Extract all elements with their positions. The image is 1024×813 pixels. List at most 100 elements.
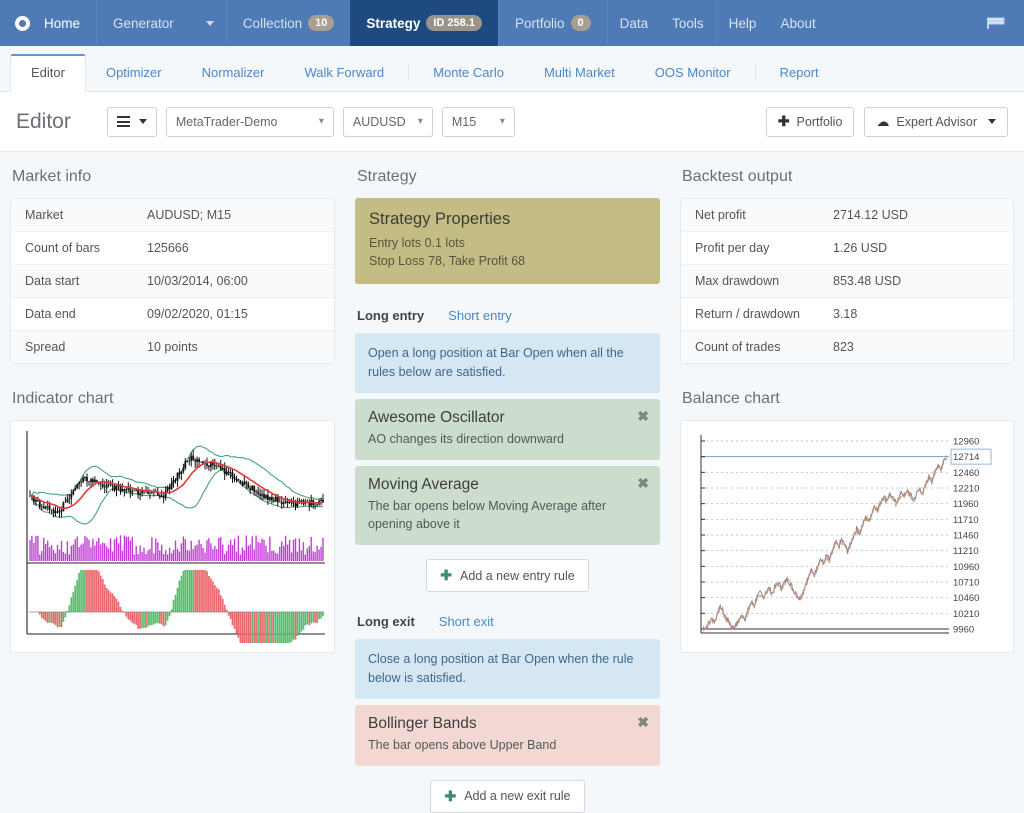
nav-group-data-tools: Data Tools [607,0,716,46]
chevron-down-icon [988,119,996,124]
tab-editor[interactable]: Editor [10,54,86,92]
generator-dropdown-toggle[interactable] [190,0,226,46]
nav-item-strategy-label: Strategy [366,16,420,31]
tab-short-entry[interactable]: Short entry [448,308,512,323]
row-key: Data start [25,274,147,288]
close-icon[interactable]: ✖ [637,475,649,492]
tab-short-exit[interactable]: Short exit [439,614,494,629]
chevron-down-icon: ▾ [500,116,505,127]
balance-chart-svg: 1296012714124601221011960117101146011210… [687,427,1007,643]
table-row: Net profit 2714.12 USD [681,199,1013,232]
tab-optimizer-label: Optimizer [106,65,162,80]
nav-item-home-label: Home [44,16,80,31]
row-value: 09/02/2020, 01:15 [147,307,248,321]
plus-icon: ✚ [444,788,456,805]
balance-chart-card[interactable]: 1296012714124601221011960117101146011210… [680,420,1014,653]
market-info-table: Market AUDUSD; M15 Count of bars 125666 … [10,198,335,364]
tab-normalizer[interactable]: Normalizer [182,56,285,91]
nav-item-generator-label: Generator [113,16,174,31]
entry-rule-desc: The bar opens below Moving Average after… [368,497,647,533]
left-column: Market info Market AUDUSD; M15 Count of … [10,168,335,813]
long-entry-info: Open a long position at Bar Open when al… [355,333,660,393]
tab-divider [755,63,756,81]
tab-walk-forward[interactable]: Walk Forward [284,56,404,91]
table-row: Profit per day 1.26 USD [681,232,1013,265]
svg-text:12714: 12714 [953,452,979,463]
tab-multi-market-label: Multi Market [544,65,615,80]
nav-item-strategy[interactable]: Strategy ID 258.1 [350,0,498,46]
nav-item-about-label: About [780,16,815,31]
add-exit-rule-button[interactable]: ✚ Add a new exit rule [430,780,584,813]
strategy-properties-entry-lots: Entry lots 0.1 lots [369,234,646,252]
chevron-down-icon [139,119,147,124]
nav-item-help[interactable]: Help [717,0,769,46]
symbol-select[interactable]: AUDUSD ▾ [343,107,433,137]
expert-advisor-button[interactable]: ☁ Expert Advisor [864,107,1008,137]
strategy-properties-title: Strategy Properties [369,210,646,229]
tab-multi-market[interactable]: Multi Market [524,56,635,91]
row-key: Spread [25,340,147,354]
close-icon[interactable]: ✖ [637,408,649,425]
entry-rule-card[interactable]: ✖ Awesome Oscillator AO changes its dire… [355,399,660,460]
exit-rule-card[interactable]: ✖ Bollinger Bands The bar opens above Up… [355,705,660,766]
row-value: 125666 [147,241,189,255]
indicator-chart-svg [17,427,328,643]
tab-monte-carlo-label: Monte Carlo [433,65,504,80]
tab-optimizer[interactable]: Optimizer [86,56,182,91]
tab-report[interactable]: Report [760,56,839,91]
strategy-properties-card[interactable]: Strategy Properties Entry lots 0.1 lots … [355,198,660,284]
nav-item-tools-label: Tools [672,16,704,31]
main-content: Market info Market AUDUSD; M15 Count of … [0,152,1024,813]
row-key: Return / drawdown [695,307,833,321]
close-icon[interactable]: ✖ [637,714,649,731]
tab-normalizer-label: Normalizer [202,65,265,80]
chevron-down-icon: ▾ [319,116,324,127]
right-column: Backtest output Net profit 2714.12 USD P… [680,168,1014,813]
nav-item-tools[interactable]: Tools [660,0,716,46]
nav-item-data-label: Data [620,16,649,31]
long-exit-info: Close a long position at Bar Open when t… [355,639,660,699]
nav-item-help-label: Help [729,16,757,31]
backtest-output-table: Net profit 2714.12 USD Profit per day 1.… [680,198,1014,364]
nav-item-about[interactable]: About [768,0,827,46]
indicator-chart-card[interactable] [10,420,335,653]
expert-advisor-label: Expert Advisor [896,115,977,129]
flag-icon [986,16,1006,30]
nav-item-portfolio[interactable]: Portfolio 0 [498,0,607,46]
app-logo[interactable] [0,0,44,46]
add-to-portfolio-label: Portfolio [797,115,843,129]
nav-item-collection-label: Collection [243,16,302,31]
nav-item-home[interactable]: Home [44,0,96,46]
nav-item-data[interactable]: Data [608,0,661,46]
menu-button[interactable] [107,107,157,137]
editor-toolbar: Editor MetaTrader-Demo ▾ AUDUSD ▾ M15 ▾ … [0,92,1024,152]
tab-oos-monitor[interactable]: OOS Monitor [635,56,751,91]
nav-item-collection[interactable]: Collection 10 [226,0,351,46]
svg-text:9960: 9960 [953,625,974,636]
cloud-upload-icon: ☁ [876,114,889,130]
strategy-id-badge: ID 258.1 [426,15,482,31]
tab-monte-carlo[interactable]: Monte Carlo [413,56,524,91]
plus-icon: ✚ [440,567,452,584]
broker-select[interactable]: MetaTrader-Demo ▾ [166,107,334,137]
row-key: Count of bars [25,241,147,255]
row-value: 1.26 USD [833,241,887,255]
add-to-portfolio-button[interactable]: ✚ Portfolio [766,107,855,137]
entry-rule-card[interactable]: ✖ Moving Average The bar opens below Mov… [355,466,660,545]
chevron-down-icon [206,21,214,26]
add-entry-rule-button[interactable]: ✚ Add a new entry rule [426,559,588,592]
language-flag-button[interactable] [986,0,1024,46]
table-row: Data end 09/02/2020, 01:15 [11,298,334,331]
strategy-properties-sl-tp: Stop Loss 78, Take Profit 68 [369,252,646,270]
symbol-select-value: AUDUSD [353,115,406,129]
tab-long-entry[interactable]: Long entry [357,308,424,323]
row-value: AUDUSD; M15 [147,208,231,222]
table-row: Count of bars 125666 [11,232,334,265]
tab-long-exit[interactable]: Long exit [357,614,415,629]
table-row: Max drawdown 853.48 USD [681,265,1013,298]
timeframe-select[interactable]: M15 ▾ [442,107,515,137]
row-key: Max drawdown [695,274,833,288]
svg-text:11460: 11460 [953,531,979,542]
nav-item-generator[interactable]: Generator [96,0,190,46]
balance-chart-title: Balance chart [682,390,1014,408]
